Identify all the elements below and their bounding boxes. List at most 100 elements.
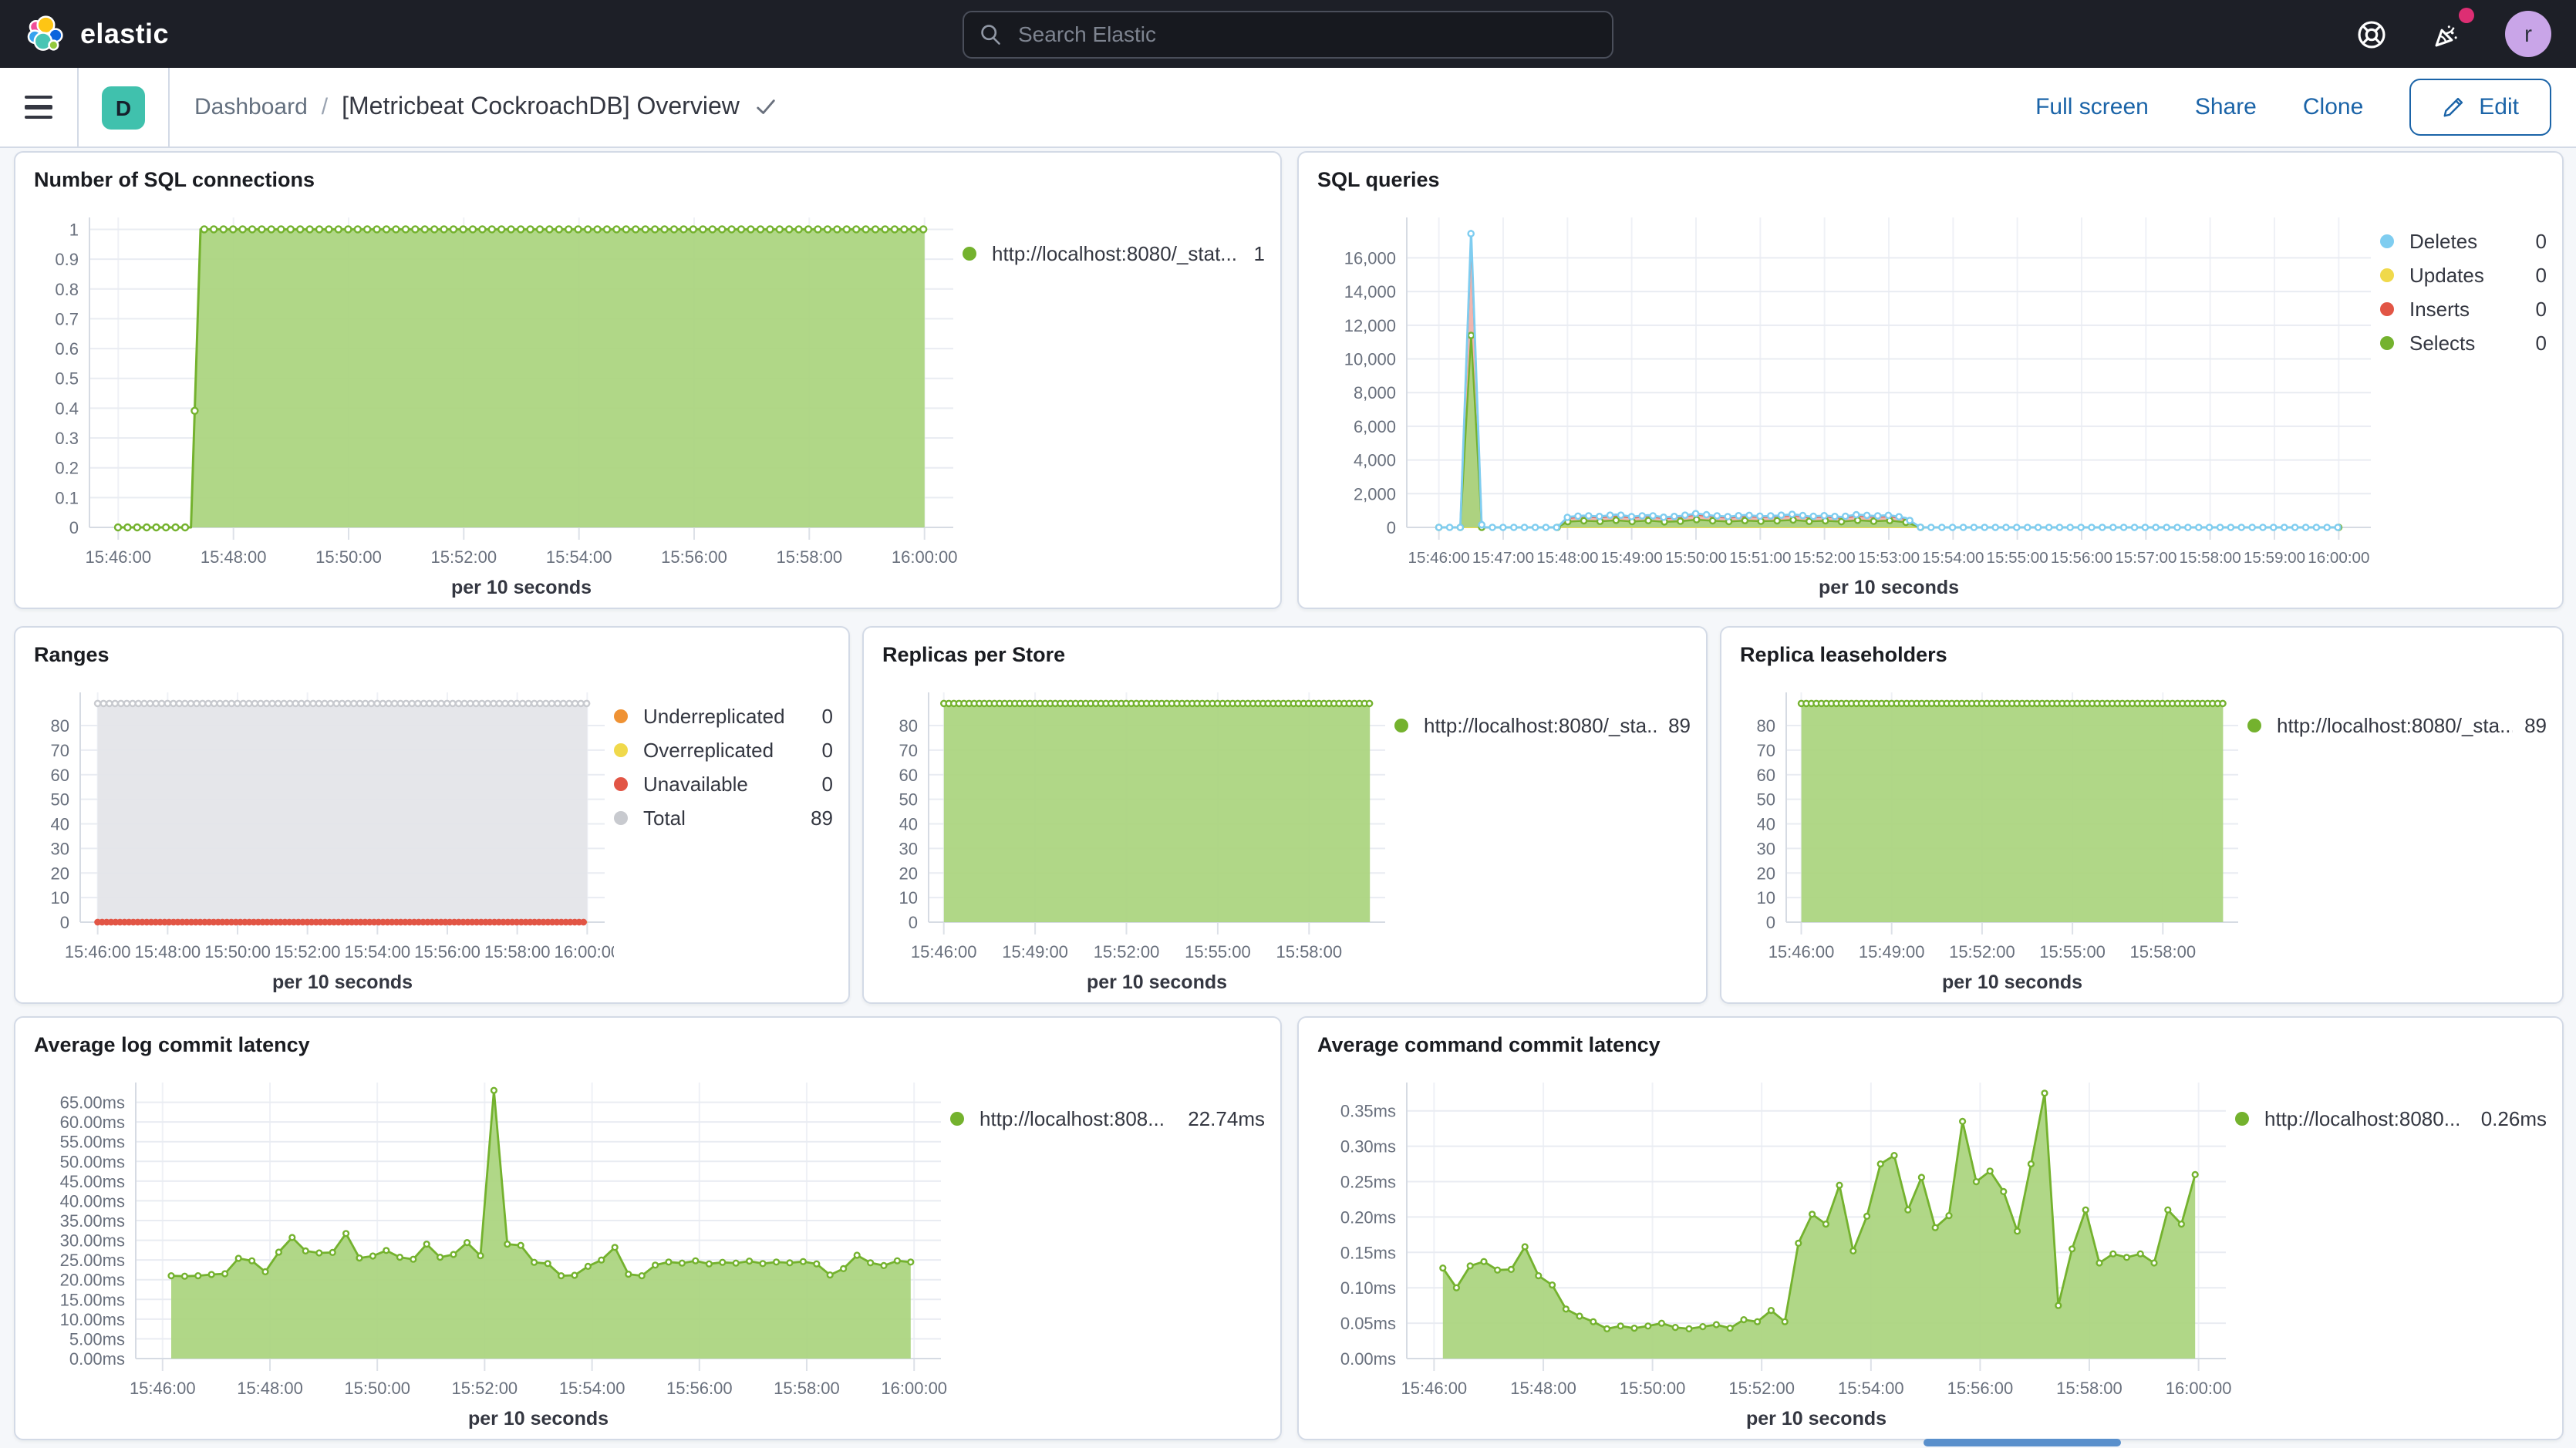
svg-text:per 10 seconds: per 10 seconds (1819, 577, 1959, 598)
svg-text:15:53:00: 15:53:00 (1858, 549, 1920, 567)
breadcrumb-dashboard-link[interactable]: Dashboard (194, 94, 308, 120)
legend-item[interactable]: http://localhost:8080/_stat...1 (963, 242, 1265, 265)
title-check-icon[interactable] (755, 96, 778, 119)
legend-value: 0 (2524, 298, 2547, 321)
legend-item[interactable]: Deletes0 (2380, 230, 2547, 253)
legend-item[interactable]: http://localhost:8080/_sta...89 (1394, 714, 1691, 737)
legend-item[interactable]: http://localhost:8080...0.26ms (2235, 1107, 2547, 1130)
user-avatar[interactable]: r (2505, 11, 2551, 57)
edit-button[interactable]: Edit (2409, 79, 2551, 136)
panel-title: Replicas per Store (882, 640, 1697, 671)
svg-text:80: 80 (899, 716, 918, 736)
legend-label: http://localhost:8080/_sta... (2277, 714, 2512, 737)
svg-text:15:57:00: 15:57:00 (2115, 549, 2176, 567)
legend-item[interactable]: Selects 0 (2380, 332, 2547, 355)
global-search[interactable] (963, 10, 1613, 58)
legend-dot-icon (963, 247, 976, 261)
legend-dot-icon (2247, 719, 2261, 732)
svg-text:50: 50 (51, 790, 69, 810)
panel-sql-connections[interactable]: Number of SQL connections 15:46:0015:48:… (14, 151, 1282, 609)
svg-text:0: 0 (60, 913, 69, 932)
legend[interactable]: http://localhost:808...22.74ms (950, 1061, 1271, 1433)
chart-avg-command-commit-latency: 15:46:0015:48:0015:50:0015:52:0015:54:00… (1317, 1061, 2235, 1433)
legend-item[interactable]: http://localhost:8080/_sta...89 (2247, 714, 2547, 737)
legend-item[interactable]: Unavailable0 (614, 773, 833, 796)
legend[interactable]: Underreplicated0 Overreplicated0 Unavailab… (614, 671, 839, 996)
full-screen-button[interactable]: Full screen (2035, 94, 2149, 120)
svg-text:16:00:00: 16:00:00 (2308, 549, 2369, 567)
legend-item[interactable]: Overreplicated0 (614, 739, 833, 762)
svg-text:55.00ms: 55.00ms (60, 1133, 125, 1152)
horizontal-scrollbar-thumb[interactable] (1924, 1439, 2121, 1446)
edit-button-label: Edit (2479, 94, 2519, 120)
legend-label: Total (643, 807, 686, 830)
svg-text:15:49:00: 15:49:00 (1002, 942, 1068, 961)
elastic-logo[interactable]: elastic (25, 13, 169, 55)
menu-button[interactable] (25, 96, 52, 119)
svg-text:30: 30 (899, 839, 918, 858)
svg-text:10: 10 (51, 888, 69, 908)
dashboard-grid: Number of SQL connections 15:46:0015:48:… (0, 148, 2576, 1440)
legend-item[interactable]: Updates0 (2380, 264, 2547, 287)
share-button[interactable]: Share (2195, 94, 2257, 120)
legend[interactable]: http://localhost:8080/_sta...89 (1394, 671, 1697, 996)
legend-item[interactable]: Underreplicated0 (614, 705, 833, 728)
panel-replicas-per-store[interactable]: Replicas per Store 15:46:0015:49:0015:52… (862, 626, 1708, 1004)
legend-dot-icon (2380, 302, 2394, 316)
svg-text:2,000: 2,000 (1354, 484, 1396, 503)
svg-text:0: 0 (1766, 913, 1775, 932)
svg-text:0.05ms: 0.05ms (1340, 1314, 1396, 1333)
newsfeed-button[interactable] (2428, 14, 2468, 54)
panel-title: Ranges (34, 640, 839, 671)
legend[interactable]: http://localhost:8080/_sta...89 (2247, 671, 2553, 996)
avatar-initial: r (2524, 21, 2532, 47)
legend[interactable]: http://localhost:8080...0.26ms (2235, 1061, 2553, 1433)
divider (168, 68, 170, 146)
svg-text:30: 30 (51, 839, 69, 858)
panel-title: SQL queries (1317, 165, 2553, 196)
clone-button[interactable]: Clone (2303, 94, 2363, 120)
svg-text:15:54:00: 15:54:00 (345, 942, 411, 961)
legend-label: Updates (2409, 264, 2484, 287)
svg-text:15:48:00: 15:48:00 (201, 547, 267, 567)
legend-item[interactable]: Total89 (614, 807, 833, 830)
svg-text:15:48:00: 15:48:00 (1536, 549, 1598, 567)
panel-avg-command-commit-latency[interactable]: Average command commit latency 15:46:001… (1297, 1016, 2564, 1440)
legend[interactable]: http://localhost:8080/_stat...1 (963, 196, 1271, 601)
svg-text:15:46:00: 15:46:00 (65, 942, 131, 961)
svg-text:15:51:00: 15:51:00 (1729, 549, 1791, 567)
svg-text:per 10 seconds: per 10 seconds (1746, 1408, 1886, 1429)
svg-text:60: 60 (51, 766, 69, 785)
svg-text:0.5: 0.5 (55, 369, 79, 389)
legend-dot-icon (2380, 234, 2394, 248)
svg-text:50: 50 (899, 790, 918, 810)
panel-replica-leaseholders[interactable]: Replica leaseholders 15:46:0015:49:0015:… (1720, 626, 2564, 1004)
svg-text:15:58:00: 15:58:00 (2056, 1379, 2123, 1398)
search-input[interactable] (1015, 20, 1597, 48)
help-button[interactable] (2351, 14, 2391, 54)
svg-text:15:52:00: 15:52:00 (430, 547, 497, 567)
legend-value: 0 (2524, 332, 2547, 355)
page-title: [Metricbeat CockroachDB] Overview (342, 93, 740, 121)
svg-text:20: 20 (51, 864, 69, 883)
svg-text:0.6: 0.6 (55, 339, 79, 359)
svg-text:80: 80 (1757, 716, 1775, 736)
panel-avg-log-commit-latency[interactable]: Average log commit latency 15:46:0015:48… (14, 1016, 1282, 1440)
panel-ranges[interactable]: Ranges 15:46:0015:48:0015:50:0015:52:001… (14, 626, 850, 1004)
search-icon (979, 22, 1003, 45)
legend[interactable]: Deletes0 Updates0 Inserts 0 Selects 0 (2380, 196, 2553, 601)
svg-text:15:50:00: 15:50:00 (204, 942, 271, 961)
legend-dot-icon (1394, 719, 1408, 732)
legend-label: Inserts (2409, 298, 2470, 321)
chart-sql-queries: 15:46:0015:47:0015:48:0015:49:0015:50:00… (1317, 196, 2380, 601)
svg-text:10.00ms: 10.00ms (60, 1310, 125, 1329)
legend-label: Selects (2409, 332, 2475, 355)
legend-dot-icon (614, 709, 628, 723)
legend-item[interactable]: Inserts 0 (2380, 298, 2547, 321)
dashboard-badge[interactable]: D (102, 86, 145, 129)
legend-label: Unavailable (643, 773, 748, 796)
svg-text:10: 10 (1757, 888, 1775, 908)
svg-text:15:52:00: 15:52:00 (452, 1379, 518, 1398)
legend-item[interactable]: http://localhost:808...22.74ms (950, 1107, 1265, 1130)
panel-sql-queries[interactable]: SQL queries 15:46:0015:47:0015:48:0015:4… (1297, 151, 2564, 609)
